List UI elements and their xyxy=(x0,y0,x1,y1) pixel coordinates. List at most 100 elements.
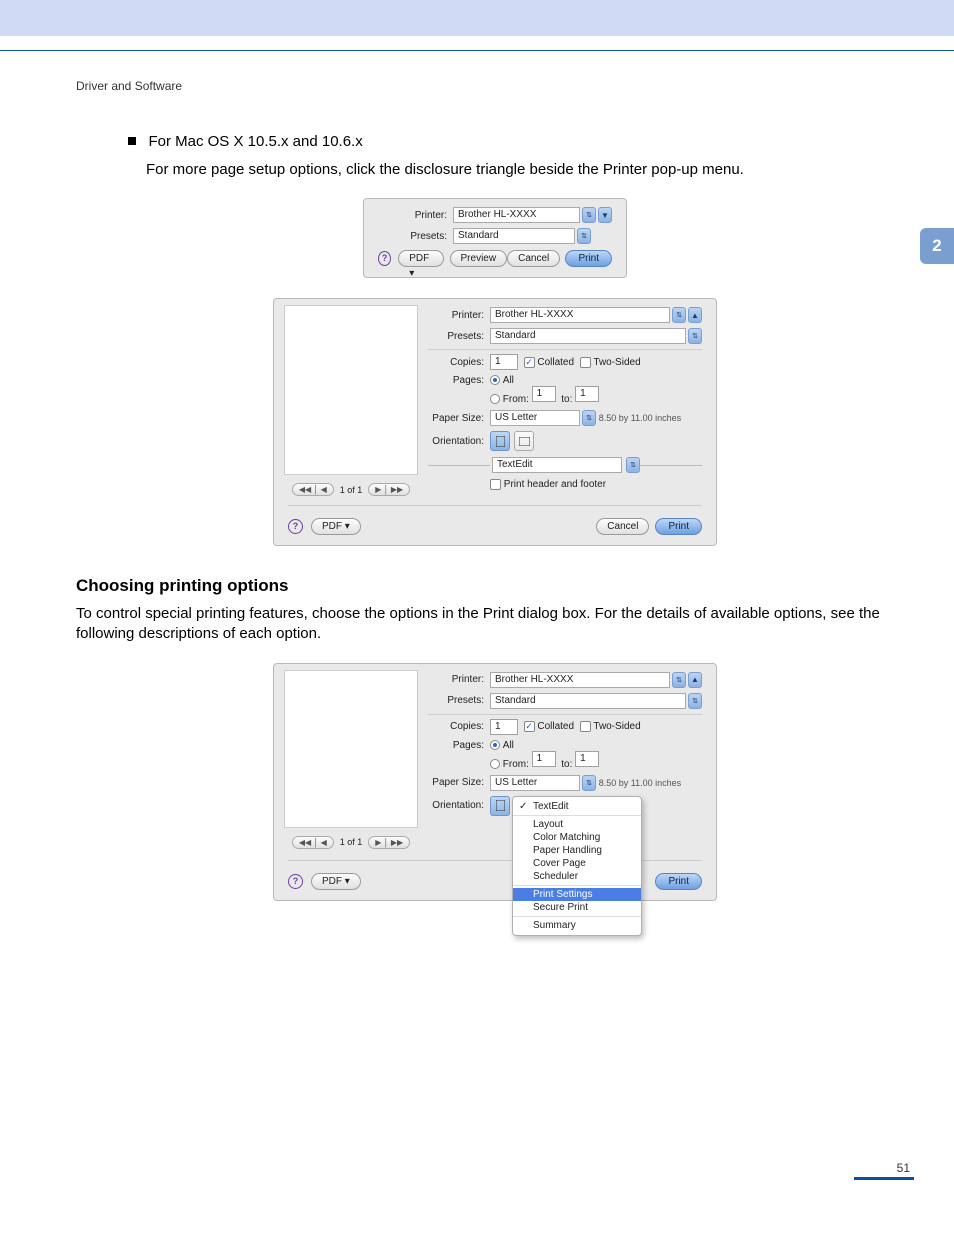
disclosure-triangle-icon[interactable]: ▲ xyxy=(688,672,702,688)
presets-select[interactable]: Standard xyxy=(490,328,686,344)
papersize-select[interactable]: US Letter xyxy=(490,775,580,791)
copies-input[interactable]: 1 xyxy=(490,354,518,370)
help-button[interactable]: ? xyxy=(288,519,303,534)
section-title: Choosing printing options xyxy=(76,576,914,596)
cancel-button[interactable]: Cancel xyxy=(507,250,560,267)
twosided-checkbox[interactable] xyxy=(580,721,591,732)
print-button[interactable]: Print xyxy=(565,250,612,267)
papersize-hint: 8.50 by 11.00 inches xyxy=(599,413,681,423)
from-input[interactable]: 1 xyxy=(532,386,556,402)
papersize-label: Paper Size: xyxy=(428,413,490,424)
printer-label: Printer: xyxy=(428,310,490,321)
copies-label: Copies: xyxy=(428,721,490,732)
pages-from-radio[interactable] xyxy=(490,759,500,769)
select-arrows-icon[interactable]: ⇅ xyxy=(688,328,702,344)
pdf-menu-button[interactable]: PDF ▾ xyxy=(311,873,361,890)
menu-item-scheduler[interactable]: Scheduler xyxy=(513,870,641,883)
menu-item-secureprint[interactable]: Secure Print xyxy=(513,901,641,914)
disclosure-triangle-icon[interactable]: ▼ xyxy=(598,207,612,223)
print-dialog-with-menu: ◀◀ │ ◀ 1 of 1 ▶ │ ▶▶ Printer:Brother HL-… xyxy=(273,663,717,901)
chapter-tab: 2 xyxy=(920,228,954,264)
section-menu-popup[interactable]: ✓TextEdit Layout Color Matching Paper Ha… xyxy=(512,796,642,936)
presets-select[interactable]: Standard xyxy=(453,228,575,244)
orientation-label: Orientation: xyxy=(428,436,490,447)
print-dialog-expanded: ◀◀ │ ◀ 1 of 1 ▶ │ ▶▶ Printer:Brother HL-… xyxy=(273,298,717,546)
bullet-title: For Mac OS X 10.5.x and 10.6.x xyxy=(148,133,362,150)
page-accent xyxy=(854,1177,914,1180)
printer-select[interactable]: Brother HL-XXXX xyxy=(490,307,670,323)
twosided-label: Two-Sided xyxy=(593,357,640,368)
menu-item-layout[interactable]: Layout xyxy=(513,818,641,831)
menu-item-textedit[interactable]: ✓TextEdit xyxy=(513,800,641,813)
pdf-menu-button[interactable]: PDF ▾ xyxy=(311,518,361,535)
prev-first-button[interactable]: ◀◀ │ ◀ xyxy=(292,836,334,849)
pages-all-label: All xyxy=(503,375,514,386)
select-arrows-icon[interactable]: ⇅ xyxy=(582,207,596,223)
prev-first-button[interactable]: ◀◀ │ ◀ xyxy=(292,483,334,496)
pdf-menu-button[interactable]: PDF ▾ xyxy=(398,250,444,267)
pages-label: Pages: xyxy=(428,375,490,386)
menu-item-colormatching[interactable]: Color Matching xyxy=(513,831,641,844)
section-select[interactable]: TextEdit xyxy=(492,457,622,473)
print-hf-checkbox[interactable] xyxy=(490,479,501,490)
pages-from-radio[interactable] xyxy=(490,394,500,404)
help-button[interactable]: ? xyxy=(378,251,391,266)
next-last-button[interactable]: ▶ │ ▶▶ xyxy=(368,483,410,496)
menu-item-coverpage[interactable]: Cover Page xyxy=(513,857,641,870)
select-arrows-icon[interactable]: ⇅ xyxy=(582,775,596,791)
print-hf-label: Print header and footer xyxy=(504,479,606,490)
square-bullet-icon xyxy=(128,137,136,145)
pages-from-label: From: xyxy=(503,394,529,405)
select-arrows-icon[interactable]: ⇅ xyxy=(582,410,596,426)
select-arrows-icon[interactable]: ⇅ xyxy=(672,672,686,688)
page-preview xyxy=(284,305,418,475)
menu-item-printsettings[interactable]: Print Settings xyxy=(513,888,641,901)
printer-select[interactable]: Brother HL-XXXX xyxy=(453,207,580,223)
presets-select[interactable]: Standard xyxy=(490,693,686,709)
collated-label: Collated xyxy=(537,357,574,368)
to-input[interactable]: 1 xyxy=(575,751,599,767)
page-preview xyxy=(284,670,418,828)
orientation-label: Orientation: xyxy=(428,800,490,811)
twosided-checkbox[interactable] xyxy=(580,357,591,368)
pages-all-radio[interactable] xyxy=(490,740,500,750)
next-last-button[interactable]: ▶ │ ▶▶ xyxy=(368,836,410,849)
breadcrumb: Driver and Software xyxy=(76,79,914,93)
papersize-label: Paper Size: xyxy=(428,777,490,788)
papersize-select[interactable]: US Letter xyxy=(490,410,580,426)
collated-label: Collated xyxy=(537,721,574,732)
collated-checkbox[interactable]: ✓ xyxy=(524,721,535,732)
portrait-button[interactable] xyxy=(490,431,510,451)
pages-all-radio[interactable] xyxy=(490,375,500,385)
help-button[interactable]: ? xyxy=(288,874,303,889)
printer-select[interactable]: Brother HL-XXXX xyxy=(490,672,670,688)
select-arrows-icon[interactable]: ⇅ xyxy=(577,228,591,244)
page-counter: 1 of 1 xyxy=(340,485,363,495)
cancel-button[interactable]: Cancel xyxy=(596,518,649,535)
print-button[interactable]: Print xyxy=(655,873,702,890)
print-dialog-collapsed: Printer: Brother HL-XXXX ⇅ ▼ Presets: St… xyxy=(363,198,627,278)
select-arrows-icon[interactable]: ⇅ xyxy=(626,457,640,473)
papersize-hint: 8.50 by 11.00 inches xyxy=(599,778,681,788)
menu-item-summary[interactable]: Summary xyxy=(513,919,641,932)
select-arrows-icon[interactable]: ⇅ xyxy=(688,693,702,709)
pages-all-label: All xyxy=(503,740,514,751)
menu-item-paperhandling[interactable]: Paper Handling xyxy=(513,844,641,857)
to-input[interactable]: 1 xyxy=(575,386,599,402)
pages-label: Pages: xyxy=(428,740,490,751)
select-arrows-icon[interactable]: ⇅ xyxy=(672,307,686,323)
presets-label: Presets: xyxy=(378,231,453,242)
to-label: to: xyxy=(561,759,572,770)
landscape-button[interactable] xyxy=(514,431,534,451)
collated-checkbox[interactable]: ✓ xyxy=(524,357,535,368)
preview-button[interactable]: Preview xyxy=(450,250,508,267)
print-button[interactable]: Print xyxy=(655,518,702,535)
page-counter: 1 of 1 xyxy=(340,837,363,847)
from-input[interactable]: 1 xyxy=(532,751,556,767)
top-band xyxy=(0,0,954,36)
presets-label: Presets: xyxy=(428,331,490,342)
pages-from-label: From: xyxy=(503,759,529,770)
copies-input[interactable]: 1 xyxy=(490,719,518,735)
portrait-button[interactable] xyxy=(490,796,510,816)
disclosure-triangle-icon[interactable]: ▲ xyxy=(688,307,702,323)
